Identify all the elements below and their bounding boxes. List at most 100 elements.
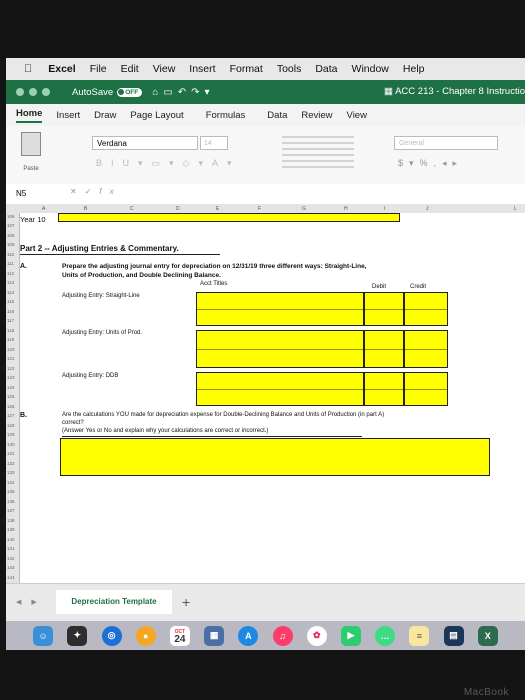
tab-home[interactable]: Home (16, 108, 43, 123)
zoom-window-button[interactable] (42, 88, 50, 96)
fx-icon[interactable]: fx (99, 187, 121, 196)
row-header[interactable]: 119 (7, 337, 14, 342)
col-header[interactable]: H (344, 206, 348, 212)
tab-formulas[interactable]: Formulas (206, 110, 246, 121)
formula-controls[interactable]: ✕✓fx (70, 187, 122, 196)
finder-icon[interactable]: ☺ (33, 625, 54, 646)
keynote-icon[interactable]: ▤ (443, 625, 464, 646)
notes-icon[interactable]: ≡ (409, 625, 430, 646)
tab-draw[interactable]: Draw (94, 110, 116, 121)
menu-insert[interactable]: Insert (189, 63, 215, 75)
apple-icon[interactable]:  (24, 63, 32, 75)
tab-insert[interactable]: Insert (56, 110, 80, 121)
tab-data[interactable]: Data (267, 110, 287, 121)
row-header[interactable]: 108 (7, 233, 15, 238)
row-header[interactable]: 133 (7, 470, 15, 475)
row-header[interactable]: 140 (7, 537, 15, 542)
row-header[interactable]: 125 (7, 394, 15, 399)
row-header[interactable]: 143 (7, 565, 15, 570)
menu-data[interactable]: Data (315, 63, 337, 75)
name-box[interactable]: N5 (12, 187, 62, 200)
chrome-icon[interactable]: ● (135, 625, 156, 646)
safari-icon[interactable]: ◎ (101, 625, 122, 646)
sheet-nav-arrows[interactable]: ◀▶ (16, 598, 47, 606)
facetime-icon[interactable]: ▶ (340, 625, 361, 646)
row-header[interactable]: 111 (7, 261, 14, 266)
col-header[interactable]: L (514, 206, 517, 212)
minimize-window-button[interactable] (29, 88, 37, 96)
quick-access-icons[interactable]: ⌂▭↶↷▾ (152, 87, 214, 98)
row-header[interactable]: 112 (7, 271, 14, 276)
row-header[interactable]: 110 (7, 252, 14, 257)
autosave-toggle[interactable]: OFF (117, 87, 143, 97)
row-header[interactable]: 106 (7, 214, 15, 219)
row-header[interactable]: 130 (7, 442, 15, 447)
row-header[interactable]: 129 (7, 432, 15, 437)
menu-edit[interactable]: Edit (121, 63, 139, 75)
sheet-tab-depreciation-template[interactable]: Depreciation Template (56, 590, 172, 614)
row-header[interactable]: 142 (7, 556, 15, 561)
col-header[interactable]: C (130, 206, 134, 212)
number-format-select[interactable]: General (394, 136, 498, 150)
paste-button[interactable]: Paste (18, 132, 44, 174)
spreadsheet-grid[interactable]: 106 107 108 109 110 111 112 113 114 115 116 117 118 1… (6, 213, 525, 583)
menu-help[interactable]: Help (403, 63, 425, 75)
row-header[interactable]: 137 (7, 508, 15, 513)
row-header[interactable]: 136 (7, 499, 15, 504)
row-header[interactable]: 141 (7, 546, 15, 551)
row-header[interactable]: 131 (7, 451, 15, 456)
row-header[interactable]: 116 (7, 309, 14, 314)
row-header[interactable]: 144 (7, 575, 15, 580)
row-header[interactable]: 135 (7, 489, 15, 494)
year-10-answer-cell[interactable] (58, 213, 400, 222)
messages-icon[interactable]: … (375, 625, 396, 646)
tab-review[interactable]: Review (301, 110, 332, 121)
tab-view[interactable]: View (347, 110, 367, 121)
row-header[interactable]: 138 (7, 518, 15, 523)
add-sheet-button[interactable]: + (182, 594, 190, 610)
row-header[interactable]: 115 (7, 299, 14, 304)
row-header[interactable]: 120 (7, 347, 15, 352)
calendar-icon[interactable]: OCT 24 (169, 625, 190, 646)
menu-format[interactable]: Format (230, 63, 263, 75)
row-header[interactable]: 121 (7, 356, 15, 361)
col-header[interactable]: E (216, 206, 219, 212)
row-header[interactable]: 114 (7, 290, 14, 295)
menu-app-name[interactable]: Excel (48, 63, 75, 75)
row-header[interactable]: 127 (7, 413, 15, 418)
row-header[interactable]: 124 (7, 385, 15, 390)
row-header[interactable]: 122 (7, 366, 15, 371)
menu-file[interactable]: File (90, 63, 107, 75)
close-window-button[interactable] (16, 88, 24, 96)
col-header[interactable]: J (426, 206, 429, 212)
preview-icon[interactable]: ▦ (204, 625, 225, 646)
font-format-buttons[interactable]: BIU▾▭▾◇▾A▾ (96, 158, 241, 169)
col-header[interactable]: B (84, 206, 87, 212)
col-header[interactable]: G (302, 206, 306, 212)
alignment-buttons[interactable] (282, 136, 354, 172)
tab-page-layout[interactable]: Page Layout (130, 110, 183, 121)
launchpad-icon[interactable]: ✦ (67, 625, 88, 646)
font-size-select[interactable]: 14 (200, 136, 228, 150)
row-header[interactable]: 126 (7, 404, 15, 409)
menu-tools[interactable]: Tools (277, 63, 302, 75)
row-header[interactable]: 113 (7, 280, 14, 285)
app-store-icon[interactable]: A (238, 625, 259, 646)
row-header[interactable]: 109 (7, 242, 15, 247)
col-header[interactable]: F (258, 206, 261, 212)
section-b-answer-cell[interactable] (60, 438, 490, 476)
col-header[interactable]: I (384, 206, 385, 212)
col-header[interactable]: D (176, 206, 180, 212)
music-icon[interactable]: ♫ (272, 625, 293, 646)
excel-dock-icon[interactable]: X (477, 625, 498, 646)
row-header[interactable]: 128 (7, 423, 15, 428)
photos-icon[interactable]: ✿ (306, 625, 327, 646)
row-header[interactable]: 132 (7, 461, 15, 466)
row-header[interactable]: 134 (7, 480, 15, 485)
menu-window[interactable]: Window (352, 63, 389, 75)
row-header[interactable]: 118 (7, 328, 14, 333)
number-format-buttons[interactable]: $▾%,◂▸ (398, 158, 463, 169)
row-header[interactable]: 139 (7, 527, 15, 532)
row-header[interactable]: 123 (7, 375, 15, 380)
col-header[interactable]: A (42, 206, 45, 212)
